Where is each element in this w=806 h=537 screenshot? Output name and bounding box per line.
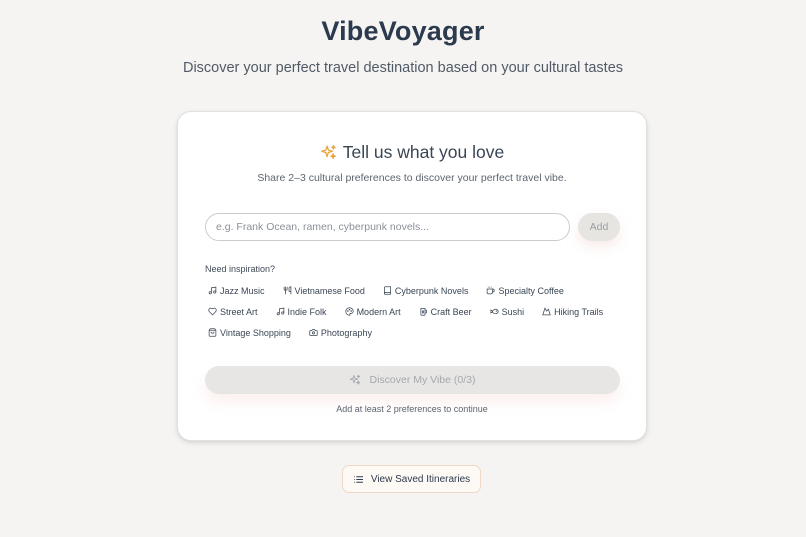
preference-input[interactable] (205, 213, 570, 241)
app-title: VibeVoyager (321, 16, 485, 46)
discover-vibe-label: Discover My Vibe (0/3) (369, 374, 476, 386)
suggestion-cyberpunk-novels[interactable]: Cyberpunk Novels (383, 286, 468, 296)
utensils-icon (283, 286, 291, 295)
view-saved-itineraries-button[interactable]: View Saved Itineraries (342, 465, 481, 493)
suggestion-vintage-shopping[interactable]: Vintage Shopping (208, 328, 291, 338)
discover-vibe-button[interactable]: Discover My Vibe (0/3) (205, 366, 620, 394)
suggestion-street-art[interactable]: Street Art (208, 307, 258, 317)
shopping-bag-icon (208, 328, 217, 337)
helper-text: Add at least 2 preferences to continue (336, 404, 488, 414)
book-icon (384, 286, 391, 295)
suggestion-craft-beer[interactable]: Craft Beer (419, 307, 472, 317)
sparkles-icon (350, 374, 361, 385)
suggestion-modern-art[interactable]: Modern Art (344, 307, 401, 317)
suggestion-sushi[interactable]: Sushi (489, 307, 524, 317)
card-heading: Tell us what you love (178, 142, 646, 163)
suggestion-chips: Jazz Music Vietnamese Food Cyberpunk Nov… (208, 280, 628, 343)
mountain-icon (542, 307, 551, 316)
card-description: Share 2–3 cultural preferences to discov… (257, 172, 567, 184)
heart-icon (208, 307, 217, 316)
camera-icon (309, 329, 318, 336)
music-note-icon (208, 286, 217, 295)
list-icon (353, 475, 363, 483)
add-button[interactable]: Add (578, 213, 620, 241)
coffee-icon (487, 286, 496, 295)
palette-icon (344, 307, 354, 316)
suggestion-indie-folk[interactable]: Indie Folk (276, 307, 327, 317)
view-saved-itineraries-label: View Saved Itineraries (370, 473, 471, 485)
sparkles-icon (320, 145, 336, 160)
suggestion-photography[interactable]: Photography (309, 328, 372, 338)
music-note-icon (276, 307, 284, 316)
card-heading-text: Tell us what you love (342, 142, 505, 162)
inspiration-label: Need inspiration? (205, 264, 276, 274)
fish-icon (489, 308, 499, 315)
suggestion-specialty-coffee[interactable]: Specialty Coffee (486, 286, 564, 296)
beer-icon (420, 308, 427, 316)
preferences-card: Tell us what you love Share 2–3 cultural… (177, 111, 647, 441)
suggestion-vietnamese-food[interactable]: Vietnamese Food (283, 286, 365, 296)
suggestion-jazz-music[interactable]: Jazz Music (208, 286, 265, 296)
suggestion-hiking-trails[interactable]: Hiking Trails (542, 307, 603, 317)
app-subtitle: Discover your perfect travel destination… (182, 60, 624, 76)
